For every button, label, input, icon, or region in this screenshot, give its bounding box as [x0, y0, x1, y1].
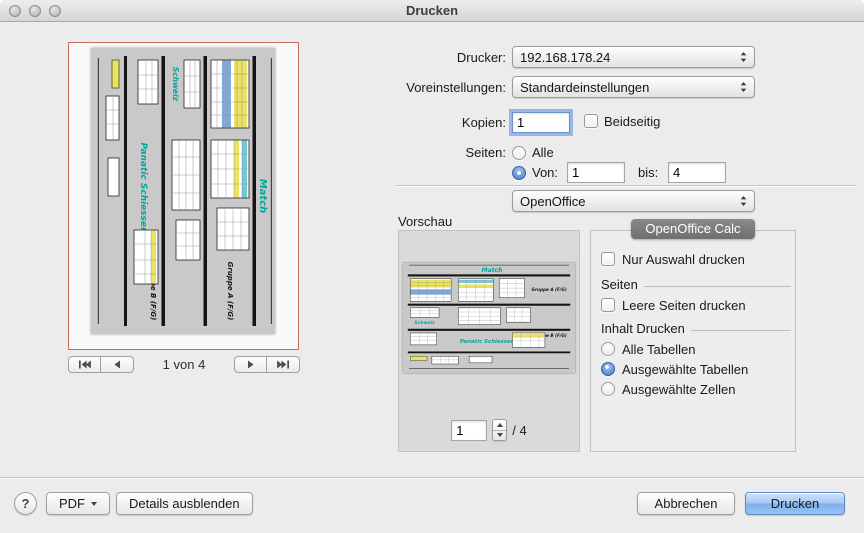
calc-options-panel: Nur Auswahl drucken Seiten Leere Seiten …	[590, 230, 796, 452]
all-sheets-radio[interactable]	[601, 342, 615, 356]
stepper-up-icon	[497, 423, 503, 427]
vorschau-panel: Match	[398, 230, 580, 452]
selected-cells-row: Ausgewählte Zellen	[601, 381, 787, 397]
printer-value: 192.168.178.24	[520, 50, 740, 65]
selection-only-row: Nur Auswahl drucken	[601, 251, 787, 267]
copies-input[interactable]	[512, 112, 570, 133]
print-dialog: Drucken Match	[0, 0, 864, 533]
vorschau-page-input[interactable]	[451, 420, 487, 441]
svg-text:Panatic Schiessen: Panatic Schiessen	[460, 339, 515, 345]
svg-text:Panatic Schiessen: Panatic Schiessen	[138, 142, 148, 233]
spreadsheet-preview: Match	[403, 263, 575, 373]
popup-arrows-icon	[740, 81, 747, 93]
app-options-value: OpenOffice	[520, 194, 740, 209]
presets-label: Voreinstellungen:	[290, 80, 506, 95]
pages-from-radio[interactable]	[512, 166, 526, 180]
pages-to-label: bis:	[638, 165, 658, 180]
selection-only-label: Nur Auswahl drucken	[622, 252, 745, 267]
pages-section-label: Seiten	[601, 277, 638, 292]
section-divider	[691, 330, 791, 331]
next-page-button[interactable]	[234, 356, 267, 373]
stepper-down-button[interactable]	[493, 430, 506, 441]
empty-pages-row: Leere Seiten drucken	[601, 297, 787, 313]
empty-pages-checkbox[interactable]	[601, 298, 615, 312]
vorschau-page-total: / 4	[512, 423, 526, 438]
form-divider	[395, 185, 856, 186]
pages-label: Seiten:	[290, 145, 506, 160]
pages-from-label: Von:	[532, 165, 558, 180]
prev-page-button[interactable]	[101, 356, 134, 373]
pagination-back-segment	[68, 356, 134, 373]
svg-text:Match: Match	[482, 267, 503, 274]
presets-select[interactable]: Standardeinstellungen	[512, 76, 755, 98]
content-section-label: Inhalt Drucken	[601, 321, 685, 336]
preview-pagination: 1 von 4	[68, 355, 300, 373]
stepper-down-icon	[497, 433, 503, 437]
selected-cells-label: Ausgewählte Zellen	[622, 382, 735, 397]
selected-cells-radio[interactable]	[601, 382, 615, 396]
svg-text:Match: Match	[257, 179, 268, 214]
empty-pages-label: Leere Seiten drucken	[622, 298, 746, 313]
print-button[interactable]: Drucken	[745, 492, 845, 515]
pages-all-label: Alle	[532, 145, 554, 160]
last-page-button[interactable]	[267, 356, 300, 373]
vorschau-page-field-row: / 4	[399, 419, 579, 441]
selected-sheets-radio[interactable]	[601, 362, 615, 376]
prev-page-icon	[113, 360, 121, 369]
details-toggle-button[interactable]: Details ausblenden	[116, 492, 253, 515]
rotated-sheet-wrapper: Match	[91, 48, 275, 334]
presets-value: Standardeinstellungen	[520, 80, 740, 95]
pages-from-input[interactable]	[567, 162, 625, 183]
section-divider	[644, 286, 791, 287]
next-page-icon	[247, 360, 255, 369]
footer-divider	[0, 477, 864, 478]
popup-arrows-icon	[740, 51, 747, 63]
all-sheets-label: Alle Tabellen	[622, 342, 695, 357]
pdf-menu-button[interactable]: PDF	[46, 492, 110, 515]
pdf-button-label: PDF	[59, 496, 85, 511]
first-page-icon	[78, 360, 91, 369]
svg-text:Gruppe A (F/G): Gruppe A (F/G)	[532, 287, 567, 292]
popup-arrows-icon	[740, 195, 747, 207]
app-options-select[interactable]: OpenOffice	[512, 190, 755, 212]
twosided-checkbox[interactable]	[584, 114, 598, 128]
last-page-icon	[277, 360, 290, 369]
first-page-button[interactable]	[68, 356, 101, 373]
svg-text:Schweiz: Schweiz	[171, 67, 180, 102]
page-indicator: 1 von 4	[163, 357, 206, 372]
pages-all-radio[interactable]	[512, 146, 526, 160]
copies-label: Kopien:	[290, 115, 506, 130]
content-section-header: Inhalt Drucken	[601, 321, 791, 336]
svg-text:Schweiz: Schweiz	[414, 320, 435, 326]
preview-page-thumbnail: Match	[91, 48, 275, 334]
window-title: Drucken	[0, 3, 864, 18]
selected-sheets-label: Ausgewählte Tabellen	[622, 362, 748, 377]
pages-to-input[interactable]	[668, 162, 726, 183]
pages-section-header: Seiten	[601, 277, 791, 292]
print-button-label: Drucken	[771, 496, 819, 511]
vorschau-page-stepper	[492, 419, 507, 441]
vorschau-label: Vorschau	[398, 214, 452, 229]
help-button[interactable]: ?	[14, 492, 37, 515]
cancel-button-label: Abbrechen	[655, 496, 718, 511]
details-button-label: Details ausblenden	[129, 496, 240, 511]
twosided-label: Beidseitig	[604, 114, 660, 129]
selection-only-checkbox[interactable]	[601, 252, 615, 266]
svg-text:Gruppe A (F/G): Gruppe A (F/G)	[226, 262, 234, 321]
preview-well: Match	[68, 42, 299, 350]
selected-sheets-row: Ausgewählte Tabellen	[601, 361, 787, 377]
titlebar: Drucken	[0, 0, 864, 22]
all-sheets-row: Alle Tabellen	[601, 341, 787, 357]
vorschau-page: Match	[403, 263, 575, 373]
help-icon: ?	[22, 496, 30, 511]
pagination-forward-segment	[234, 356, 300, 373]
calc-panel-title: OpenOffice Calc	[631, 219, 754, 239]
pdf-menu-arrow-icon	[91, 502, 97, 506]
stepper-up-button[interactable]	[493, 420, 506, 430]
printer-label: Drucker:	[290, 50, 506, 65]
cancel-button[interactable]: Abbrechen	[637, 492, 735, 515]
spreadsheet-preview: Match	[91, 48, 275, 334]
calc-panel-tab: OpenOffice Calc	[590, 219, 796, 239]
printer-select[interactable]: 192.168.178.24	[512, 46, 755, 68]
